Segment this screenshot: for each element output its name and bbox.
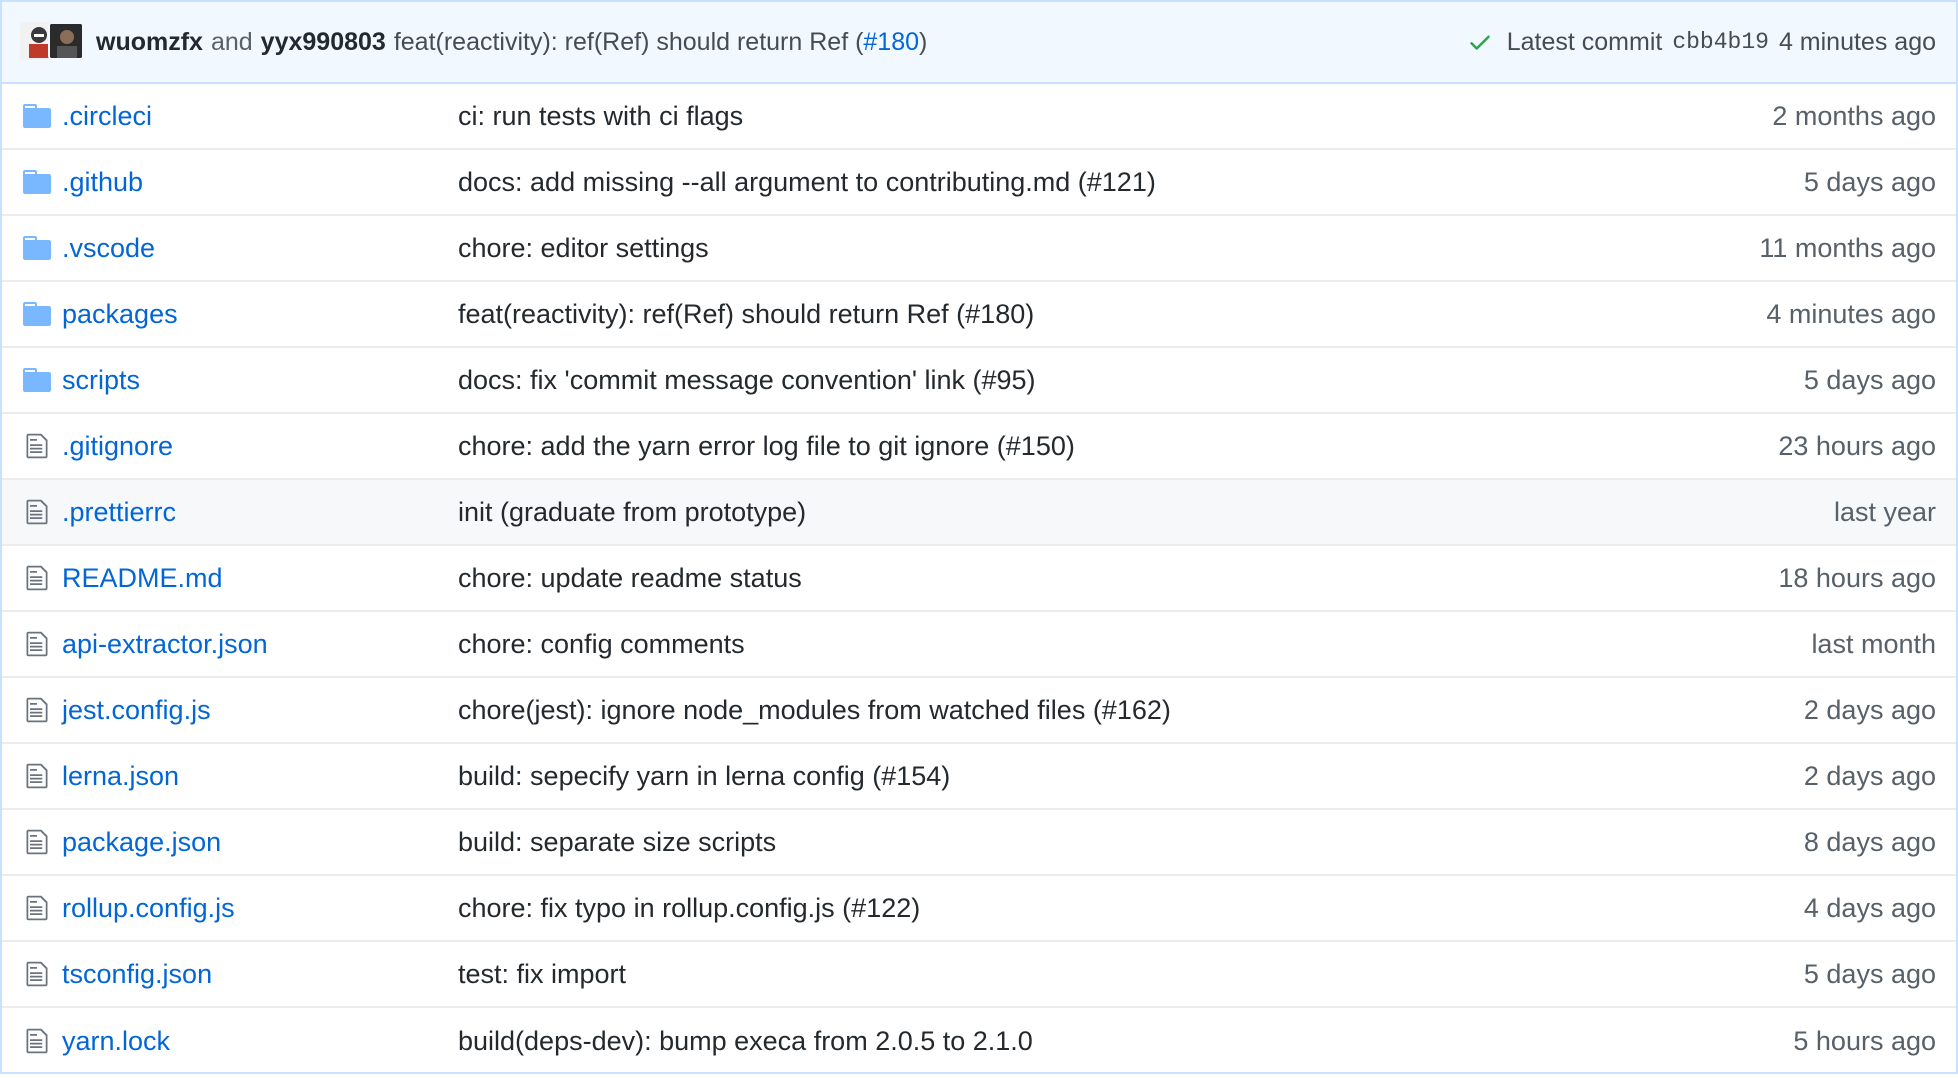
commit-message-link[interactable]: ci: run tests with ci flags bbox=[458, 101, 1772, 132]
commit-message-link[interactable]: init (graduate from prototype) bbox=[458, 497, 1834, 528]
table-row[interactable]: tsconfig.json test: fix import 5 days ago bbox=[2, 942, 1956, 1008]
check-icon[interactable] bbox=[1467, 29, 1493, 55]
commit-age: 11 months ago bbox=[1759, 232, 1936, 263]
commit-age: 5 hours ago bbox=[1793, 1025, 1936, 1056]
commit-age: 5 days ago bbox=[1803, 166, 1936, 197]
commit-age: 5 days ago bbox=[1803, 958, 1936, 989]
folder-icon bbox=[22, 365, 52, 395]
commit-age: 8 days ago bbox=[1803, 826, 1936, 857]
commit-message-prefix[interactable]: feat(reactivity): ref(Ref) should return… bbox=[394, 28, 864, 56]
avatar[interactable] bbox=[48, 22, 84, 60]
table-row[interactable]: .gitignore chore: add the yarn error log … bbox=[2, 414, 1956, 480]
table-row[interactable]: .github docs: add missing --all argument … bbox=[2, 150, 1956, 216]
table-row[interactable]: packages feat(reactivity): ref(Ref) shoul… bbox=[2, 282, 1956, 348]
file-name-link[interactable]: yarn.lock bbox=[62, 1026, 458, 1057]
file-browser: wuomzfx and yyx990803 feat(reactivity): … bbox=[0, 0, 1958, 1074]
commit-sha-link[interactable]: cbb4b19 bbox=[1672, 29, 1769, 55]
commit-message-link[interactable]: build: separate size scripts bbox=[458, 827, 1804, 858]
file-name-link[interactable]: package.json bbox=[62, 827, 458, 858]
commit-message-link[interactable]: docs: fix 'commit message convention' li… bbox=[458, 365, 1804, 396]
file-name-link[interactable]: .github bbox=[62, 167, 458, 198]
file-name-link[interactable]: jest.config.js bbox=[62, 695, 458, 726]
file-name-link[interactable]: scripts bbox=[62, 365, 458, 396]
avatar-stack[interactable] bbox=[20, 22, 84, 62]
commit-age: 2 days ago bbox=[1803, 694, 1936, 725]
commit-age: last month bbox=[1811, 628, 1936, 659]
latest-commit-info: Latest commit cbb4b19 4 minutes ago bbox=[1467, 28, 1936, 57]
table-row[interactable]: .circleci ci: run tests with ci flags 2 mo… bbox=[2, 84, 1956, 150]
file-list: .circleci ci: run tests with ci flags 2 mo… bbox=[2, 84, 1956, 1074]
commit-age: 18 hours ago bbox=[1778, 562, 1936, 593]
file-icon bbox=[22, 827, 52, 857]
file-name-link[interactable]: .gitignore bbox=[62, 431, 458, 462]
table-row[interactable]: scripts docs: fix 'commit message convent… bbox=[2, 348, 1956, 414]
commit-message-link[interactable]: build: sepecify yarn in lerna config (#1… bbox=[458, 761, 1804, 792]
file-name-link[interactable]: .vscode bbox=[62, 233, 458, 264]
and-text: and bbox=[210, 27, 253, 56]
commit-message-link[interactable]: feat(reactivity): ref(Ref) should return… bbox=[458, 299, 1766, 330]
commit-message-link[interactable]: chore: config comments bbox=[458, 629, 1811, 660]
commit-message-link[interactable]: test: fix import bbox=[458, 959, 1804, 990]
commit-message[interactable]: feat(reactivity): ref(Ref) should return… bbox=[394, 28, 928, 57]
folder-icon bbox=[22, 101, 52, 131]
folder-icon bbox=[22, 167, 52, 197]
table-row[interactable]: jest.config.js chore(jest): ignore node_m… bbox=[2, 678, 1956, 744]
commit-message-link[interactable]: chore: add the yarn error log file to gi… bbox=[458, 431, 1778, 462]
table-row[interactable]: yarn.lock build(deps-dev): bump execa fro… bbox=[2, 1008, 1956, 1074]
file-icon bbox=[22, 629, 52, 659]
file-icon bbox=[22, 761, 52, 791]
file-name-link[interactable]: packages bbox=[62, 299, 458, 330]
commit-age: last year bbox=[1833, 496, 1936, 527]
file-icon bbox=[22, 431, 52, 461]
file-name-link[interactable]: .circleci bbox=[62, 101, 458, 132]
folder-icon bbox=[22, 299, 52, 329]
table-row[interactable]: lerna.json build: sepecify yarn in lerna … bbox=[2, 744, 1956, 810]
commit-message-link[interactable]: chore: update readme status bbox=[458, 563, 1778, 594]
commit-age: 4 minutes ago bbox=[1778, 27, 1936, 56]
commit-message-suffix: ) bbox=[919, 27, 928, 56]
file-name-link[interactable]: lerna.json bbox=[62, 761, 458, 792]
commit-author-link[interactable]: wuomzfx bbox=[96, 28, 203, 57]
table-row[interactable]: api-extractor.json chore: config comments… bbox=[2, 612, 1956, 678]
commit-age: 23 hours ago bbox=[1778, 430, 1936, 461]
folder-icon bbox=[22, 233, 52, 263]
file-icon bbox=[22, 893, 52, 923]
table-row[interactable]: .prettierrc init (graduate from prototype… bbox=[2, 480, 1956, 546]
commit-age: 4 minutes ago bbox=[1766, 298, 1936, 329]
file-icon bbox=[22, 497, 52, 527]
file-icon bbox=[22, 1026, 52, 1056]
file-name-link[interactable]: .prettierrc bbox=[62, 497, 458, 528]
table-row[interactable]: package.json build: separate size scripts… bbox=[2, 810, 1956, 876]
file-icon bbox=[22, 695, 52, 725]
latest-commit-bar: wuomzfx and yyx990803 feat(reactivity): … bbox=[2, 2, 1956, 84]
file-name-link[interactable]: rollup.config.js bbox=[62, 893, 458, 924]
commit-age: 5 days ago bbox=[1803, 364, 1936, 395]
table-row[interactable]: .vscode chore: editor settings 11 months a… bbox=[2, 216, 1956, 282]
issue-link[interactable]: #180 bbox=[863, 28, 919, 56]
file-icon bbox=[22, 959, 52, 989]
file-name-link[interactable]: tsconfig.json bbox=[62, 959, 458, 990]
file-icon bbox=[22, 563, 52, 593]
table-row[interactable]: README.md chore: update readme status 18 h… bbox=[2, 546, 1956, 612]
file-name-link[interactable]: api-extractor.json bbox=[62, 629, 458, 660]
commit-message-link[interactable]: docs: add missing --all argument to cont… bbox=[458, 167, 1804, 198]
file-name-link[interactable]: README.md bbox=[62, 563, 458, 594]
commit-age: 4 days ago bbox=[1803, 892, 1936, 923]
commit-age: 2 days ago bbox=[1803, 760, 1936, 791]
commit-committer-link[interactable]: yyx990803 bbox=[261, 28, 386, 57]
commit-message-link[interactable]: chore(jest): ignore node_modules from wa… bbox=[458, 695, 1804, 726]
commit-message-link[interactable]: chore: editor settings bbox=[458, 233, 1759, 264]
commit-message-link[interactable]: build(deps-dev): bump execa from 2.0.5 t… bbox=[458, 1026, 1793, 1057]
commit-message-link[interactable]: chore: fix typo in rollup.config.js (#12… bbox=[458, 893, 1804, 924]
table-row[interactable]: rollup.config.js chore: fix typo in rollu… bbox=[2, 876, 1956, 942]
latest-commit-label: Latest commit bbox=[1506, 27, 1663, 56]
commit-age: 2 months ago bbox=[1772, 100, 1936, 131]
